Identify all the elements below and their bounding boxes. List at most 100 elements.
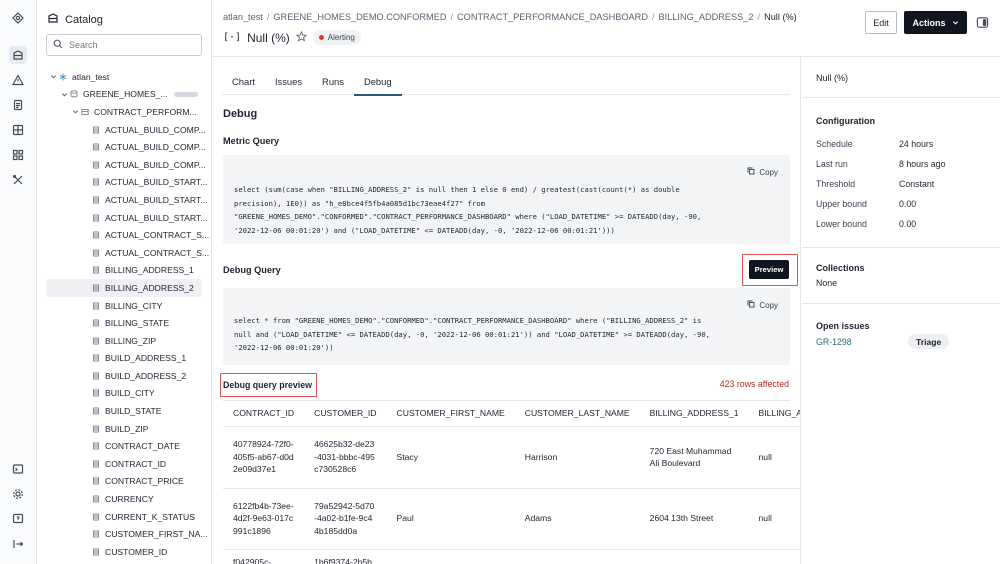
breadcrumb-link[interactable]: GREENE_HOMES_DEMO.CONFORMED	[273, 12, 446, 22]
copy-metric-query-button[interactable]: Copy	[747, 167, 778, 177]
tree-item[interactable]: BUILD_ADDRESS_2	[37, 367, 211, 385]
copy-debug-query-button[interactable]: Copy	[747, 300, 778, 310]
breadcrumb-link[interactable]: atlan_test	[223, 12, 263, 22]
catalog-icon[interactable]	[9, 46, 27, 64]
table-icon	[80, 107, 90, 117]
breadcrumb-current: Null (%)	[764, 12, 797, 22]
column-header[interactable]: CUSTOMER_FIRST_NAME	[386, 401, 515, 427]
config-value: 0.00	[899, 219, 917, 229]
column-icon	[91, 388, 101, 398]
logout-icon[interactable]	[9, 535, 27, 553]
tree-item[interactable]: ACTUAL_BUILD_COMP...	[37, 121, 211, 139]
help-icon[interactable]	[9, 510, 27, 528]
table-cell: 79a52942-5d70-4a02-b1fe-9c44b185dd0a	[304, 488, 387, 550]
tab-debug[interactable]: Debug	[353, 67, 402, 96]
tree-item[interactable]: CURRENCY	[37, 490, 211, 508]
column-header[interactable]: BILLING_ADDRESS_2	[748, 401, 800, 427]
preview-button[interactable]: Preview	[749, 260, 789, 279]
config-value: 8 hours ago	[899, 159, 946, 169]
status-badge-label: Alerting	[327, 33, 355, 42]
tree-item-label: ACTUAL_BUILD_COMP...	[105, 142, 206, 153]
tree-item[interactable]: BILLING_ADDRESS_1	[37, 262, 211, 280]
tree-item-selected[interactable]: BILLING_ADDRESS_2	[46, 279, 202, 297]
breadcrumb-link[interactable]: BILLING_ADDRESS_2	[659, 12, 754, 22]
column-header[interactable]: BILLING_ADDRESS_1	[639, 401, 749, 427]
column-icon	[91, 301, 101, 311]
tree-item-label: CONTRACT_PRICE	[105, 476, 184, 487]
tree-item[interactable]: ACTUAL_CONTRACT_S...	[37, 244, 211, 262]
tree-item[interactable]: CONTRACT_DATE	[37, 437, 211, 455]
tree-item[interactable]: BUILD_CITY	[37, 385, 211, 403]
app-rail	[0, 0, 37, 564]
apps-grid-icon[interactable]	[9, 146, 27, 164]
tree-item[interactable]: CONTRACT_ID	[37, 455, 211, 473]
snowflake-icon	[58, 72, 68, 82]
panel-divider	[802, 97, 1000, 98]
tree-item-label: CURRENT_K_STATUS	[105, 511, 195, 522]
settings-gear-icon[interactable]	[9, 485, 27, 503]
tree-item[interactable]: CONTRACT_PRICE	[37, 473, 211, 491]
actions-button[interactable]: Actions	[904, 11, 967, 34]
column-header[interactable]: CUSTOMER_ID	[304, 401, 387, 427]
tree-item[interactable]: BUILD_STATE	[37, 402, 211, 420]
column-header[interactable]: CONTRACT_ID	[223, 401, 305, 427]
tree-item[interactable]: ACTUAL_BUILD_START...	[37, 174, 211, 192]
metric-query-code[interactable]: select (sum(case when "BILLING_ADDRESS_2…	[234, 183, 701, 237]
tree-item[interactable]: ACTUAL_BUILD_COMP...	[37, 156, 211, 174]
tree-item[interactable]: CUSTOMER_FIRST_NA...	[37, 525, 211, 543]
tree-item[interactable]: CUSTOMER_ID	[37, 543, 211, 561]
star-icon[interactable]	[295, 30, 307, 44]
asset-tree: atlan_test GREENE_HOMES_... CONTRACT_PERFO…	[37, 68, 211, 561]
column-header[interactable]: CUSTOMER_LAST_NAME	[514, 401, 640, 427]
tree-item[interactable]: CONTRACT_PERFORM...	[37, 103, 211, 121]
column-icon	[91, 512, 101, 522]
sidebar-search[interactable]	[46, 34, 202, 56]
tree-item-label: ACTUAL_BUILD_START...	[105, 194, 208, 205]
table-row[interactable]: 6122fb4b-73ee-4d2f-9e63-017c991c1896 79a5…	[223, 488, 800, 550]
terminal-icon[interactable]	[9, 460, 27, 478]
chevron-down-icon[interactable]	[70, 108, 80, 115]
code-line: select (sum(case when "BILLING_ADDRESS_2…	[234, 185, 680, 194]
issue-link[interactable]: GR-1298	[816, 337, 852, 347]
tree-item[interactable]: CURRENT_K_STATUS	[37, 508, 211, 526]
alert-icon[interactable]	[9, 71, 27, 89]
tree-item[interactable]: BILLING_CITY	[37, 297, 211, 315]
tab-issues[interactable]: Issues	[265, 67, 312, 95]
document-icon[interactable]	[9, 96, 27, 114]
tree-item[interactable]: ACTUAL_CONTRACT_S...	[37, 226, 211, 244]
tree-item[interactable]: BILLING_ZIP	[37, 332, 211, 350]
metric-query-box: Copy select (sum(case when "BILLING_ADDR…	[223, 155, 790, 244]
tree-item[interactable]: ACTUAL_BUILD_START...	[37, 209, 211, 227]
toggle-panel-icon[interactable]	[975, 15, 989, 29]
chevron-down-icon[interactable]	[59, 91, 69, 98]
config-label: Last run	[816, 159, 848, 169]
tree-item-label: BUILD_ZIP	[105, 423, 149, 434]
tab-chart[interactable]: Chart	[222, 67, 265, 95]
chevron-down-icon[interactable]	[48, 73, 58, 80]
search-input[interactable]	[69, 40, 189, 50]
tree-item[interactable]: BILLING_STATE	[37, 314, 211, 332]
code-line: null and ("LOAD_DATETIME" <= DATEADD(day…	[234, 329, 710, 339]
app-logo-icon[interactable]	[9, 9, 27, 27]
tree-item[interactable]: ACTUAL_BUILD_COMP...	[37, 138, 211, 156]
tab-runs[interactable]: Runs	[312, 67, 354, 95]
column-icon	[91, 195, 101, 205]
breadcrumb-separator: /	[651, 12, 655, 22]
tree-item[interactable]: BUILD_ZIP	[37, 420, 211, 438]
tree-item[interactable]: BUILD_ADDRESS_1	[37, 350, 211, 368]
tree-item-label: ACTUAL_CONTRACT_S...	[105, 247, 210, 258]
breadcrumb-link[interactable]: CONTRACT_PERFORMANCE_DASHBOARD	[457, 12, 648, 22]
copy-label: Copy	[759, 167, 778, 177]
tree-item[interactable]: ACTUAL_BUILD_START...	[37, 191, 211, 209]
tree-item[interactable]: GREENE_HOMES_...	[37, 86, 211, 104]
issue-status-badge[interactable]: Triage	[908, 334, 950, 349]
debug-query-code[interactable]: select * from "GREENE_HOMES_DEMO"."CONFO…	[234, 314, 710, 355]
tree-item[interactable]: atlan_test	[37, 68, 211, 86]
edit-button[interactable]: Edit	[865, 11, 897, 34]
table-row[interactable]: 40778924-72f0-405f5-ab67-d0d2e09d37e1 466…	[223, 426, 800, 489]
preview-heading: Debug query preview	[223, 380, 312, 390]
column-icon	[91, 547, 101, 557]
column-icon	[91, 371, 101, 381]
book-icon[interactable]	[9, 121, 27, 139]
tools-icon[interactable]	[9, 171, 27, 189]
